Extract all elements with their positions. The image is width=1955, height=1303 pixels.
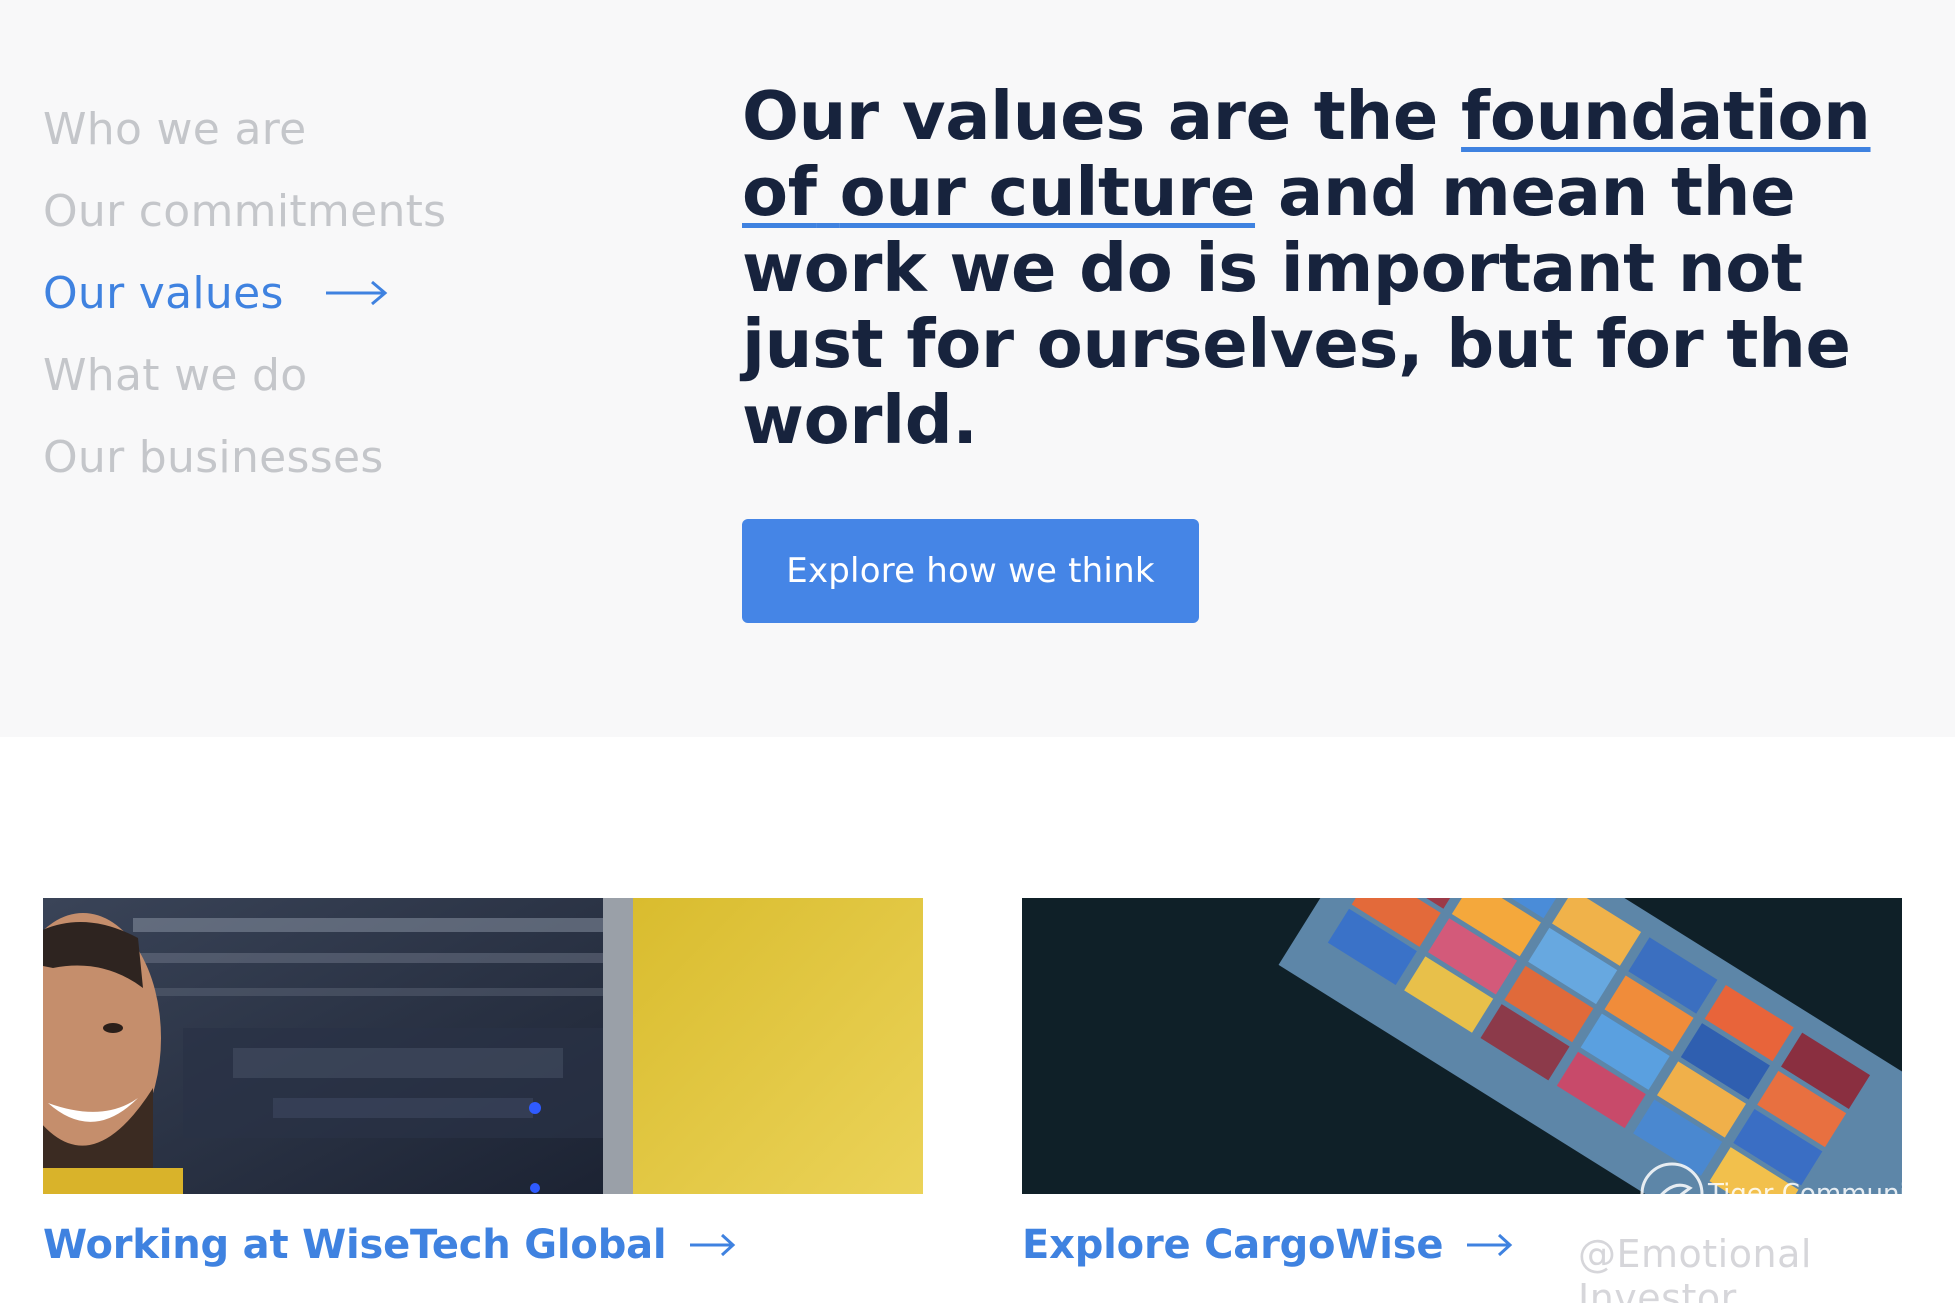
watermark-community-text: Tiger Community [1708, 1179, 1933, 1209]
nav-item-label: Our values [43, 267, 284, 319]
nav-item-label: What we do [43, 349, 308, 401]
watermark-user-handle: @Emotional Investor [1578, 1232, 1812, 1303]
container-ship-image [1022, 898, 1902, 1194]
tiger-logo-icon [1640, 1162, 1704, 1226]
card-link-label: Working at WiseTech Global [43, 1222, 667, 1268]
nav-item-our-commitments[interactable]: Our commitments [43, 170, 446, 252]
nav-item-label: Our businesses [43, 431, 384, 483]
explore-how-we-think-button[interactable]: Explore how we think [742, 519, 1199, 623]
arrow-right-icon [1467, 1233, 1513, 1257]
arrow-right-icon [690, 1233, 736, 1257]
card-image-office-worker[interactable] [43, 898, 923, 1194]
nav-item-label: Our commitments [43, 185, 447, 237]
nav-item-what-we-do[interactable]: What we do [43, 334, 446, 416]
card-working-at-wisetech: Working at WiseTech Global [43, 898, 923, 1268]
office-worker-image [43, 898, 923, 1194]
nav-item-our-values[interactable]: Our values [43, 252, 446, 334]
values-section: Who we are Our commitments Our values Wh… [0, 0, 1955, 737]
nav-item-label: Who we are [43, 103, 307, 155]
nav-item-our-businesses[interactable]: Our businesses [43, 416, 446, 498]
arrow-right-icon [325, 280, 388, 306]
card-image-container-ship[interactable] [1022, 898, 1902, 1194]
values-headline: Our values are the foundation of our cul… [742, 78, 1922, 458]
headline-highlight-2: our culture [839, 153, 1256, 231]
headline-text: Our values are the [742, 77, 1462, 155]
working-at-wisetech-link[interactable]: Working at WiseTech Global [43, 1222, 923, 1268]
section-nav: Who we are Our commitments Our values Wh… [43, 88, 446, 498]
nav-item-who-we-are[interactable]: Who we are [43, 88, 446, 170]
card-link-label: Explore CargoWise [1022, 1222, 1444, 1268]
tiger-community-watermark: Tiger Community [1636, 1158, 1932, 1230]
